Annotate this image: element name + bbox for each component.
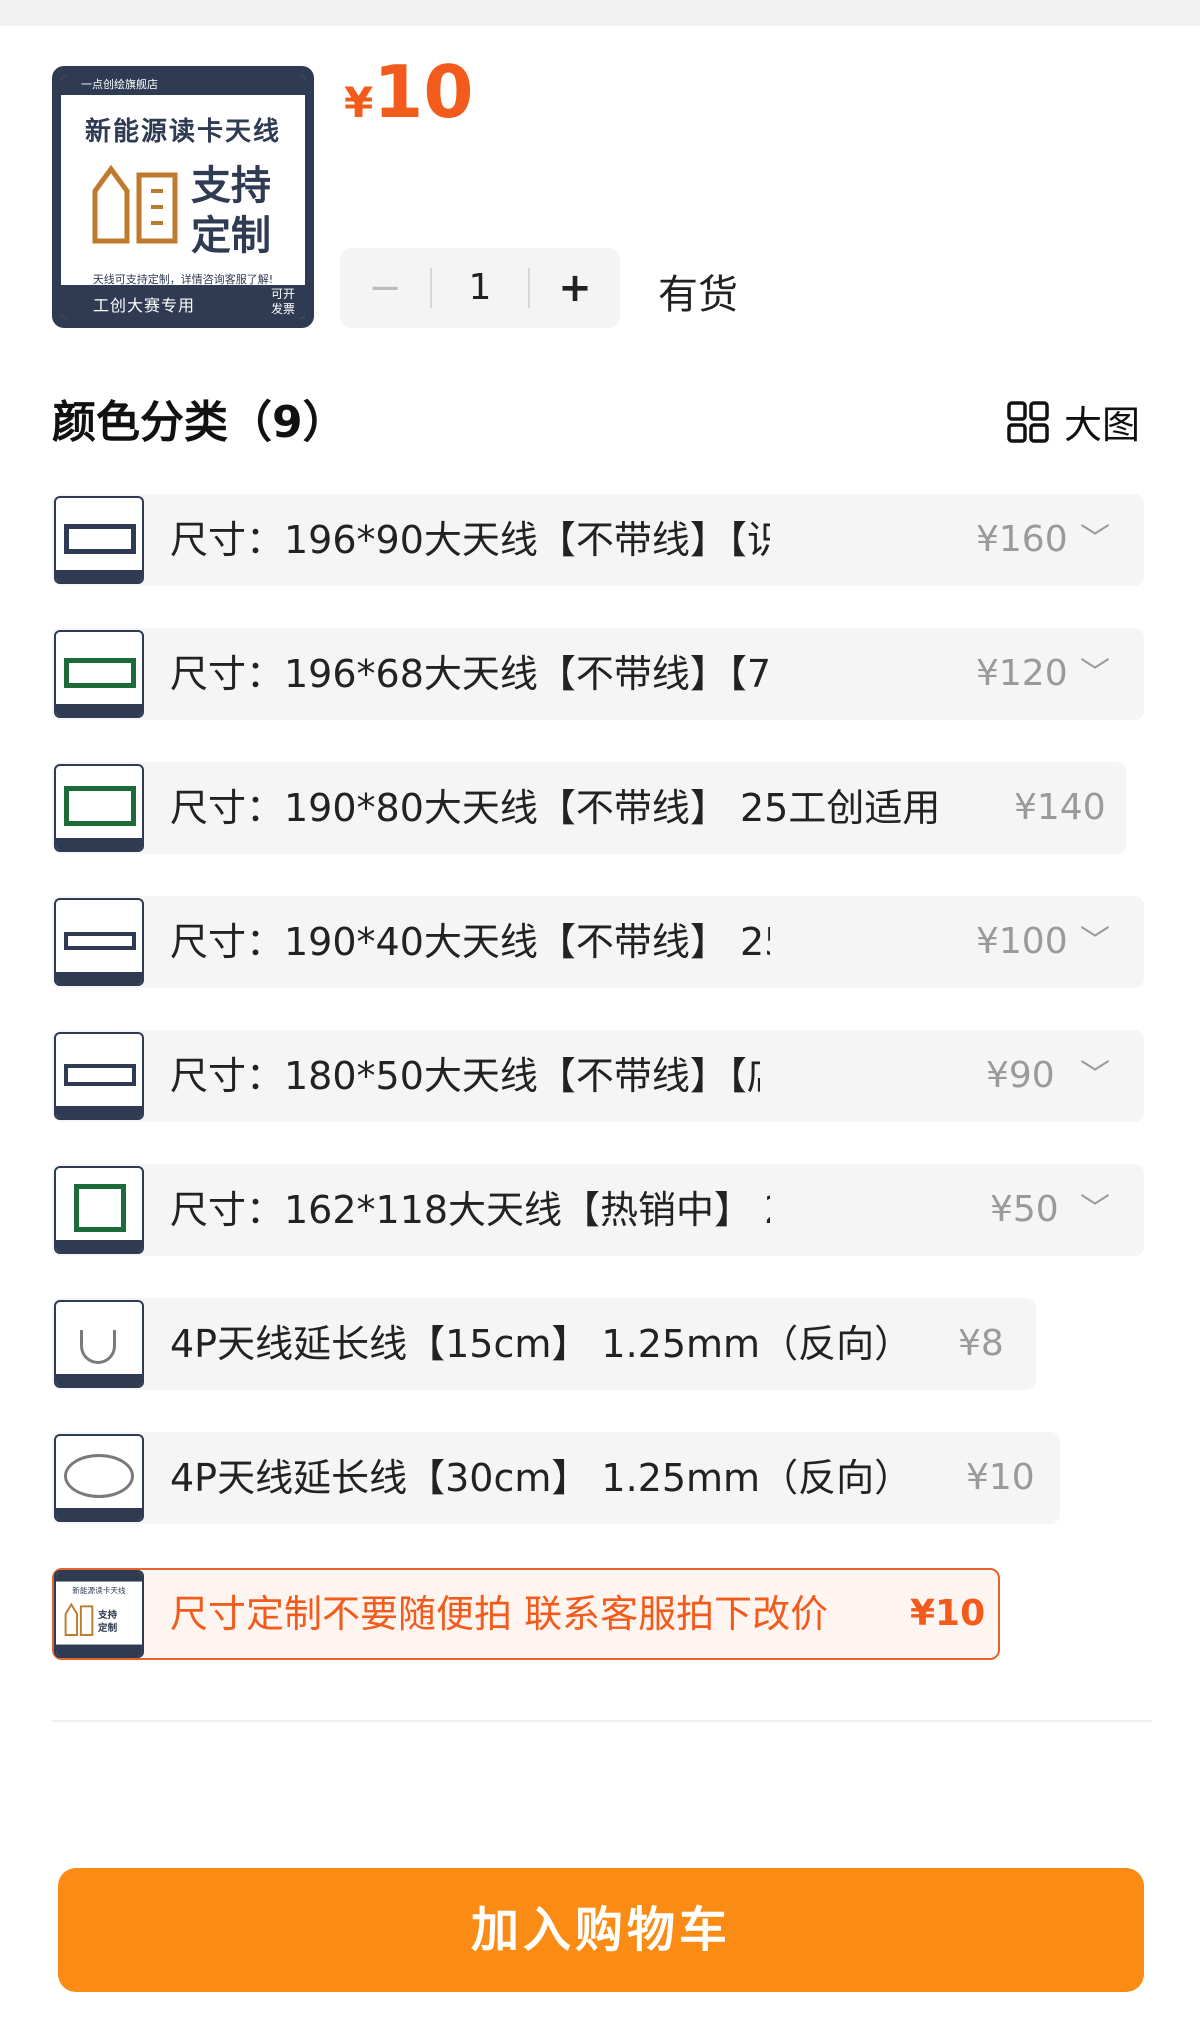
thumbnail-footer-bar <box>56 570 142 582</box>
antenna-thumbnail-shape <box>64 658 136 688</box>
thumbnail-footer-bar <box>56 972 142 984</box>
variant-thumbnail <box>54 764 144 852</box>
svg-text:新能源读卡天线: 新能源读卡天线 <box>72 1585 126 1595</box>
variant-option[interactable]: 尺寸：196*68大天线【不带线】【70%... ¥120 ﹀ <box>52 628 1144 720</box>
antenna-shape-icon <box>92 164 178 244</box>
top-bar <box>0 0 1200 26</box>
custom-antenna-icon: 新能源读卡天线 支持 定制 <box>56 1572 142 1656</box>
chevron-down-icon[interactable]: ﹀ <box>1080 1166 1110 1254</box>
variant-label: 尺寸：190*40大天线【不带线】 25工创... <box>170 920 770 964</box>
variant-price: ¥8 <box>958 1323 1004 1364</box>
stock-status: 有货 <box>658 272 738 318</box>
thumbnail-footer-bar <box>56 704 142 716</box>
variant-option[interactable]: 4P天线延长线【30cm】 1.25mm（反向） ¥10 <box>52 1432 1060 1524</box>
cable-thumbnail-shape <box>64 1454 134 1498</box>
variant-thumbnail <box>54 1166 144 1254</box>
product-price: ¥10 <box>344 50 473 134</box>
antenna-thumbnail-shape <box>74 1184 126 1232</box>
variant-label: 尺寸：196*68大天线【不带线】【70%... <box>170 652 770 696</box>
svg-text:定制: 定制 <box>97 1622 118 1634</box>
invoice-line-1: 可开 <box>270 287 295 301</box>
variant-price: ¥160 <box>976 519 1068 560</box>
section-divider <box>52 1720 1152 1722</box>
variant-label: 尺寸定制不要随便拍 联系客服拍下改价 <box>170 1592 829 1636</box>
chevron-down-icon[interactable]: ﹀ <box>1080 496 1110 584</box>
thumbnail-card: 一点创绘旗舰店 新能源读卡天线 支持 定制 天线可支持定制，详情咨询客服了解! … <box>61 75 305 319</box>
invoice-line-2: 发票 <box>270 302 295 316</box>
variant-thumbnail <box>54 1032 144 1120</box>
thumbnail-footer: 工创大赛专用 可开 发票 <box>61 285 305 319</box>
variant-price: ¥10 <box>910 1593 986 1634</box>
support-line-2: 定制 <box>191 213 271 259</box>
variant-price: ¥140 <box>1014 787 1106 828</box>
variant-label: 尺寸：162*118大天线【热销中】 25工创... <box>170 1188 770 1232</box>
thumbnail-store-name: 一点创绘旗舰店 <box>61 75 305 95</box>
chevron-down-icon[interactable]: ﹀ <box>1080 630 1110 718</box>
thumbnail-footer-bar <box>56 1508 142 1520</box>
variant-option[interactable]: 尺寸：196*90大天线【不带线】【识别... ¥160 ﹀ <box>52 494 1144 586</box>
variant-option[interactable]: 尺寸：162*118大天线【热销中】 25工创... ¥50 ﹀ <box>52 1164 1144 1256</box>
price-value: 10 <box>373 50 474 134</box>
chevron-down-icon[interactable]: ﹀ <box>1080 1032 1110 1120</box>
quantity-stepper: − 1 + <box>340 248 620 328</box>
variant-thumbnail <box>54 898 144 986</box>
variant-option[interactable]: 4P天线延长线【15cm】 1.25mm（反向） ¥8 <box>52 1298 1036 1390</box>
big-view-toggle[interactable]: 大图 <box>1006 394 1140 449</box>
variant-thumbnail: 新能源读卡天线 支持 定制 <box>54 1570 144 1658</box>
variant-label: 4P天线延长线【15cm】 1.25mm（反向） <box>170 1322 913 1366</box>
product-thumbnail[interactable]: 一点创绘旗舰店 新能源读卡天线 支持 定制 天线可支持定制，详情咨询客服了解! … <box>52 66 314 328</box>
thumbnail-footer-bar <box>56 1240 142 1252</box>
variant-label: 尺寸：180*50大天线【不带线】【店长主... <box>170 1054 760 1098</box>
variant-thumbnail <box>54 1434 144 1522</box>
decrement-button[interactable]: − <box>340 248 430 328</box>
variant-thumbnail <box>54 630 144 718</box>
thumbnail-title: 新能源读卡天线 <box>84 117 281 147</box>
antenna-thumbnail-shape <box>64 524 136 554</box>
variant-option-selected[interactable]: 新能源读卡天线 支持 定制 尺寸定制不要随便拍 联系客服拍下改价 ¥10 <box>52 1568 1000 1660</box>
price-currency: ¥ <box>344 78 374 127</box>
thumbnail-footer-bar <box>56 1106 142 1118</box>
thumbnail-footer-left: 工创大赛专用 <box>93 296 196 315</box>
add-to-cart-button[interactable]: 加入购物车 <box>58 1868 1144 1992</box>
quantity-value[interactable]: 1 <box>432 248 528 328</box>
antenna-thumbnail-shape <box>64 786 136 826</box>
variant-price: ¥10 <box>966 1457 1035 1498</box>
variant-option[interactable]: 尺寸：180*50大天线【不带线】【店长主... ¥90 ﹀ <box>52 1030 1144 1122</box>
variant-price: ¥50 <box>990 1189 1059 1230</box>
support-line-1: 支持 <box>191 163 271 209</box>
antenna-thumbnail-shape <box>64 932 136 950</box>
increment-button[interactable]: + <box>530 248 620 328</box>
variant-label: 4P天线延长线【30cm】 1.25mm（反向） <box>170 1456 913 1500</box>
grid-view-icon <box>1007 400 1049 443</box>
variant-price: ¥120 <box>976 653 1068 694</box>
svg-text:支持: 支持 <box>97 1609 118 1621</box>
variant-label: 尺寸：196*90大天线【不带线】【识别... <box>170 518 770 562</box>
variant-label: 尺寸：190*80大天线【不带线】 25工创适用 <box>170 786 941 830</box>
antenna-thumbnail-shape <box>64 1064 136 1086</box>
variant-thumbnail <box>54 1300 144 1388</box>
variant-thumbnail <box>54 496 144 584</box>
variant-option[interactable]: 尺寸：190*80大天线【不带线】 25工创适用 ¥140 <box>52 762 1126 854</box>
cable-thumbnail-shape <box>80 1330 116 1364</box>
variant-section-title: 颜色分类（9） <box>52 397 347 448</box>
chevron-down-icon[interactable]: ﹀ <box>1080 898 1110 986</box>
big-view-label: 大图 <box>1064 403 1141 447</box>
variant-price: ¥100 <box>976 921 1068 962</box>
thumbnail-footer-bar <box>56 1374 142 1386</box>
variant-price: ¥90 <box>986 1055 1055 1096</box>
thumbnail-footer-right: 可开 发票 <box>271 287 295 317</box>
thumbnail-support-text: 支持 定制 <box>191 161 271 261</box>
variant-option[interactable]: 尺寸：190*40大天线【不带线】 25工创... ¥100 ﹀ <box>52 896 1144 988</box>
thumbnail-footer-bar <box>56 838 142 850</box>
